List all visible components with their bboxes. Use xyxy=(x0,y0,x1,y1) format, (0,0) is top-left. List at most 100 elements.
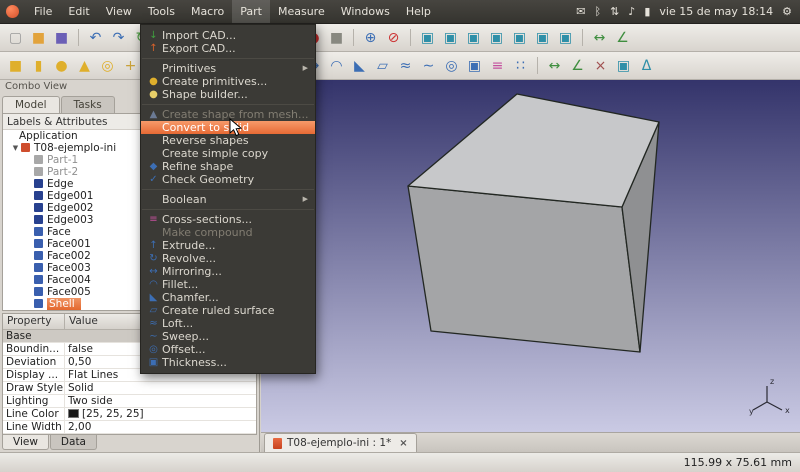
undo-icon[interactable]: ↶ xyxy=(85,27,106,48)
left-view-icon[interactable]: ▣ xyxy=(555,27,576,48)
menu-item[interactable] xyxy=(142,189,314,190)
bottom-view-icon[interactable]: ▣ xyxy=(532,27,553,48)
top-view-icon[interactable]: ▣ xyxy=(463,27,484,48)
menu-item-import-cad[interactable]: ↓ Import CAD... xyxy=(141,29,315,42)
prop-draw-style[interactable]: Draw Style Solid xyxy=(3,382,256,395)
bluetooth-icon[interactable]: ᛒ xyxy=(594,0,601,23)
sphere-primitive-icon[interactable]: ● xyxy=(51,55,72,76)
menu-item-create-ruled-surface[interactable]: ▱ Create ruled surface xyxy=(141,304,315,317)
front-view-icon[interactable]: ▣ xyxy=(440,27,461,48)
measure-clear-icon[interactable]: × xyxy=(590,55,611,76)
menu-item-cross-sections[interactable]: ≡ Cross-sections... xyxy=(141,213,315,226)
3d-viewport[interactable]: x y z xyxy=(261,80,800,432)
menu-item-create-primitives[interactable]: ● Create primitives... xyxy=(141,75,315,88)
box-primitive-icon[interactable]: ■ xyxy=(5,55,26,76)
menu-item[interactable] xyxy=(142,104,314,105)
menu-view[interactable]: View xyxy=(98,0,140,23)
menu-item-chamfer[interactable]: ◣ Chamfer... xyxy=(141,291,315,304)
measure-angular-icon[interactable]: ∠ xyxy=(612,27,633,48)
battery-icon[interactable]: ▮ xyxy=(644,0,650,23)
menu-item-mirroring[interactable]: ↔ Mirroring... xyxy=(141,265,315,278)
menu-item-thickness[interactable]: ▣ Thickness... xyxy=(141,356,315,369)
menu-item-export-cad[interactable]: ↑ Export CAD... xyxy=(141,42,315,55)
menu-item-reverse-shapes[interactable]: Reverse shapes xyxy=(141,134,315,147)
menu-item-boolean[interactable]: Boolean ▶ xyxy=(141,193,315,206)
volume-icon[interactable]: ♪ xyxy=(628,0,635,23)
network-icon[interactable]: ⇅ xyxy=(610,0,619,23)
menu-item-convert-to-solid[interactable]: Convert to solid xyxy=(141,121,315,134)
right-view-icon[interactable]: ▣ xyxy=(486,27,507,48)
offset-icon[interactable]: ◎ xyxy=(441,55,462,76)
menu-edit[interactable]: Edit xyxy=(60,0,97,23)
menu-item-revolve[interactable]: ↻ Revolve... xyxy=(141,252,315,265)
tab-tasks[interactable]: Tasks xyxy=(61,96,115,113)
menu-item-create-simple-copy[interactable]: Create simple copy xyxy=(141,147,315,160)
toolbar-icon[interactable] xyxy=(582,29,583,46)
thickness-icon[interactable]: ▣ xyxy=(464,55,485,76)
menu-item[interactable] xyxy=(142,209,314,210)
property-value[interactable]: Solid xyxy=(65,382,256,394)
document-tab[interactable]: T08-ejemplo-ini : 1* × xyxy=(264,433,417,452)
compound-icon[interactable]: ∷ xyxy=(510,55,531,76)
menu-item-refine-shape[interactable]: ◆ Refine shape xyxy=(141,160,315,173)
tab-model[interactable]: Model xyxy=(2,96,60,113)
draw-style-icon[interactable]: ⊘ xyxy=(383,27,404,48)
prop-lighting[interactable]: Lighting Two side xyxy=(3,395,256,408)
toggle-delta-icon[interactable]: Δ xyxy=(636,55,657,76)
menu-item-offset[interactable]: ◎ Offset... xyxy=(141,343,315,356)
toolbar-icon[interactable] xyxy=(353,29,354,46)
message-indicator-icon[interactable]: ✉ xyxy=(576,0,585,23)
sweep-icon[interactable]: ∼ xyxy=(418,55,439,76)
menu-item-create-shape-from-mesh[interactable]: ▲ Create shape from mesh... xyxy=(141,108,315,121)
menu-file[interactable]: File xyxy=(26,0,60,23)
menu-windows[interactable]: Windows xyxy=(333,0,398,23)
prop-line-width[interactable]: Line Width 2,00 xyxy=(3,421,256,434)
redo-icon[interactable]: ↷ xyxy=(108,27,129,48)
cylinder-primitive-icon[interactable]: ▮ xyxy=(28,55,49,76)
toolbar-icon[interactable] xyxy=(410,29,411,46)
property-column-header[interactable]: Property xyxy=(3,314,65,329)
expander-icon[interactable]: ▼ xyxy=(11,144,20,152)
menu-item-make-compound[interactable]: Make compound xyxy=(141,226,315,239)
fit-all-icon[interactable]: ⊕ xyxy=(360,27,381,48)
open-document-icon[interactable]: ■ xyxy=(28,27,49,48)
menu-macro[interactable]: Macro xyxy=(183,0,232,23)
tab-view[interactable]: View xyxy=(2,435,49,450)
tab-data[interactable]: Data xyxy=(50,435,97,450)
menu-help[interactable]: Help xyxy=(398,0,439,23)
toolbar-icon[interactable] xyxy=(537,57,538,74)
menu-item-primitives[interactable]: Primitives ▶ xyxy=(141,62,315,75)
menu-measure[interactable]: Measure xyxy=(270,0,333,23)
torus-primitive-icon[interactable]: ◎ xyxy=(97,55,118,76)
ruled-surface-icon[interactable]: ▱ xyxy=(372,55,393,76)
toggle-3d-icon[interactable]: ▣ xyxy=(613,55,634,76)
session-menu-icon[interactable]: ⚙ xyxy=(782,0,792,23)
close-tab-icon[interactable]: × xyxy=(399,438,407,449)
save-document-icon[interactable]: ■ xyxy=(51,27,72,48)
measure-linear-icon[interactable]: ↔ xyxy=(589,27,610,48)
measure-linear-icon[interactable]: ↔ xyxy=(544,55,565,76)
property-value[interactable]: [25, 25, 25] xyxy=(65,408,256,420)
menu-tools[interactable]: Tools xyxy=(140,0,183,23)
cross-sections-icon[interactable]: ≡ xyxy=(487,55,508,76)
menu-item-check-geometry[interactable]: ✓ Check Geometry xyxy=(141,173,315,186)
macro-stop-icon[interactable]: ■ xyxy=(326,27,347,48)
cone-primitive-icon[interactable]: ▲ xyxy=(74,55,95,76)
fillet-icon[interactable]: ◠ xyxy=(326,55,347,76)
property-value[interactable]: 2,00 xyxy=(65,421,256,433)
property-value[interactable]: Two side xyxy=(65,395,256,407)
rear-view-icon[interactable]: ▣ xyxy=(509,27,530,48)
value-column-header[interactable]: Value xyxy=(65,314,102,329)
menu-item-sweep[interactable]: ∼ Sweep... xyxy=(141,330,315,343)
chamfer-icon[interactable]: ◣ xyxy=(349,55,370,76)
clock[interactable]: vie 15 de may 18:14 xyxy=(659,5,773,18)
app-icon[interactable] xyxy=(6,5,19,18)
menu-item-shape-builder[interactable]: ● Shape builder... xyxy=(141,88,315,101)
toolbar-icon[interactable] xyxy=(78,29,79,46)
axonometric-view-icon[interactable]: ▣ xyxy=(417,27,438,48)
menu-item-extrude[interactable]: ↑ Extrude... xyxy=(141,239,315,252)
menu-item-fillet[interactable]: ◠ Fillet... xyxy=(141,278,315,291)
prop-line-color[interactable]: Line Color [25, 25, 25] xyxy=(3,408,256,421)
create-primitives-icon[interactable]: + xyxy=(120,55,141,76)
loft-icon[interactable]: ≈ xyxy=(395,55,416,76)
